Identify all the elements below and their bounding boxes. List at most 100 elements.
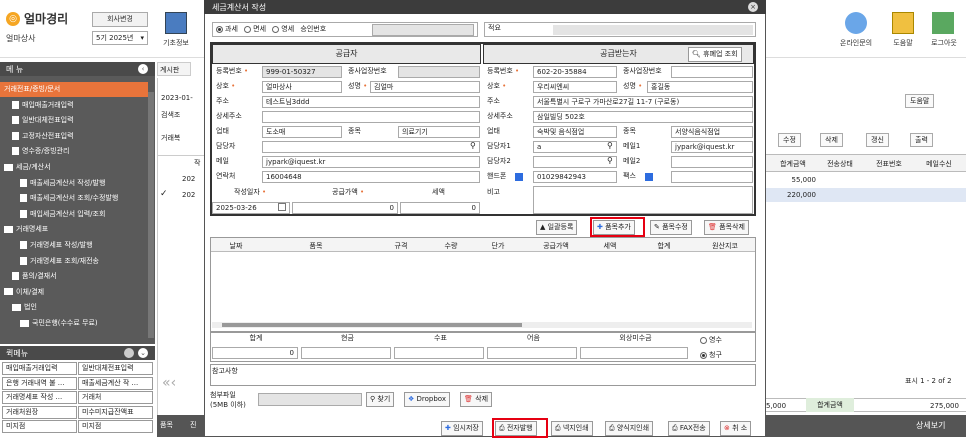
- print-button[interactable]: ⎙ 넥지인쇄: [551, 421, 593, 436]
- supplier-addr-field[interactable]: 테스트님3ddd: [262, 96, 480, 108]
- receiver-item-field[interactable]: 서양식음식점업: [671, 126, 753, 138]
- supplier-email-field[interactable]: jypark@iquest.kr: [262, 156, 480, 168]
- receiver-branch-field[interactable]: [671, 66, 753, 78]
- receiver-note-field[interactable]: [533, 186, 753, 214]
- find-button[interactable]: ⚲ 찾기: [366, 392, 395, 407]
- supplier-manager-field[interactable]: [262, 141, 480, 153]
- supplier-ceo-field[interactable]: 김얼마: [370, 81, 480, 93]
- supplier-name-field[interactable]: 얼마상사: [262, 81, 342, 93]
- purpose-input[interactable]: [553, 25, 753, 35]
- cell-checkbox[interactable]: [515, 173, 523, 181]
- form-print-button[interactable]: ⎙ 양식지인쇄: [605, 421, 654, 436]
- bulk-register-button[interactable]: ▲ 일괄등록: [536, 220, 578, 235]
- radio-receipt[interactable]: [700, 336, 707, 344]
- sidebar-item[interactable]: 이체/결제: [0, 285, 148, 300]
- receiver-ceo-field[interactable]: 홍길동: [647, 81, 753, 93]
- receiver-biz-field[interactable]: 숙박및 음식점업: [533, 126, 617, 138]
- bg-print-button[interactable]: 출력: [910, 133, 933, 147]
- sidebar-item[interactable]: 세금/계산서: [0, 160, 148, 175]
- bill-field[interactable]: [487, 347, 577, 359]
- sidebar-item[interactable]: 매입세금계산서 입력/조회: [0, 207, 148, 222]
- logout-icon[interactable]: [932, 12, 954, 34]
- reference-box[interactable]: [210, 364, 756, 386]
- sidebar-item[interactable]: 일반대체전표입력: [0, 113, 148, 128]
- sidebar-item[interactable]: 거래명세표 작성/발행: [0, 238, 148, 253]
- quick-menu-item[interactable]: 거래처: [78, 391, 153, 404]
- supplier-item-field[interactable]: 의료기기: [398, 126, 480, 138]
- bg-edit-button[interactable]: 수정: [778, 133, 801, 147]
- sidebar-item[interactable]: 거래명세표 조회/재전송: [0, 254, 148, 269]
- pager-prev-icon[interactable]: «‹: [162, 375, 176, 391]
- quick-menu-item[interactable]: 거래명세표 작성 ...: [2, 391, 77, 404]
- radio-claim[interactable]: [700, 351, 707, 359]
- receiver-addr2-field[interactable]: 삼일빌딩 502호: [533, 111, 753, 123]
- fax-send-button[interactable]: ⎙ FAX전송: [668, 421, 710, 436]
- check-field[interactable]: [394, 347, 484, 359]
- quick-menu-item[interactable]: 은행 거래내역 불 ...: [2, 376, 77, 390]
- sidebar-scrollbar[interactable]: [148, 92, 154, 338]
- items-hscroll-thumb[interactable]: [222, 323, 522, 327]
- receiver-mail1-field[interactable]: jypark@iquest.kr: [671, 141, 753, 153]
- sidebar-item[interactable]: 영수증/증빙관리: [0, 144, 148, 159]
- online-inquiry-icon[interactable]: [845, 12, 867, 34]
- radio-zero[interactable]: [272, 25, 280, 33]
- tax-field[interactable]: 0: [400, 202, 480, 214]
- edit-item-button[interactable]: ✎ 품목수정: [650, 220, 692, 235]
- attach-delete-button[interactable]: 🗑︎ 삭제: [460, 392, 493, 407]
- receiver-reg-field[interactable]: 602-20-35884: [533, 66, 617, 78]
- m2-search-icon[interactable]: ⚲: [607, 156, 613, 165]
- receiver-m2-field[interactable]: [533, 156, 617, 168]
- manager-search-icon[interactable]: ⚲: [470, 141, 476, 150]
- foot-tab-items[interactable]: 품목: [160, 420, 173, 430]
- basic-info-icon[interactable]: [165, 12, 187, 34]
- quick-menu-item[interactable]: 매출세금계산 작 ...: [78, 376, 153, 390]
- receiver-fax-field[interactable]: [671, 171, 753, 183]
- receiver-cell-field[interactable]: 01029842943: [533, 171, 617, 183]
- quick-menu-item[interactable]: 매입매출거래입력: [2, 362, 77, 375]
- dropbox-button[interactable]: ❖ Dropbox: [404, 392, 451, 407]
- sidebar-item[interactable]: 고정자산전표입력: [0, 129, 148, 144]
- sidebar-item[interactable]: 매입매출거래입력: [0, 98, 148, 113]
- calendar-icon[interactable]: [278, 203, 286, 211]
- radio-exempt[interactable]: [244, 25, 252, 33]
- period-select[interactable]: 5기 2025년 ▾: [92, 31, 148, 45]
- quick-menu-item[interactable]: 미수미지급잔액표: [78, 405, 153, 419]
- help-label[interactable]: 도움말: [886, 38, 920, 48]
- change-company-button[interactable]: 회사변경: [92, 12, 148, 27]
- quick-menu-item[interactable]: 일반대체전표입력: [78, 362, 153, 375]
- closed-business-button[interactable]: 🔍︎ 휴폐업 조회: [688, 47, 742, 62]
- m1-search-icon[interactable]: ⚲: [607, 141, 613, 150]
- sidebar-collapse-icon[interactable]: ‹: [138, 64, 148, 74]
- supplier-biz-field[interactable]: 도소매: [262, 126, 342, 138]
- bg-refresh-button[interactable]: 갱신: [866, 133, 889, 147]
- help-icon[interactable]: [892, 12, 914, 34]
- cancel-button[interactable]: ⊗ 취 소: [720, 421, 752, 436]
- sidebar-item[interactable]: 품의/결재서: [0, 269, 148, 284]
- bg-add-button[interactable]: 거래복: [161, 133, 180, 143]
- total-field[interactable]: 0: [212, 347, 298, 359]
- supply-field[interactable]: 0: [292, 202, 398, 214]
- sidebar-item[interactable]: 법인: [0, 300, 148, 315]
- sidebar-item[interactable]: 매출세금계산서 조회/수정발행: [0, 191, 148, 206]
- receiver-addr-field[interactable]: 서울특별시 구로구 가마산로27길 11-7 (구로동): [533, 96, 753, 108]
- sidebar-item[interactable]: 국민은행(수수료 무료): [0, 316, 148, 331]
- quick-collapse-icon[interactable]: ⌄: [138, 348, 148, 358]
- receiver-name-field[interactable]: 우리씨엔씨: [533, 81, 617, 93]
- detail-view-button[interactable]: 상세보기: [916, 420, 945, 431]
- delete-item-button[interactable]: 🗑︎ 품목삭제: [704, 220, 749, 235]
- basic-info-label[interactable]: 기초정보: [158, 38, 194, 48]
- receiver-mail2-field[interactable]: [671, 156, 753, 168]
- cash-field[interactable]: [301, 347, 391, 359]
- supplier-addr2-field[interactable]: [262, 111, 480, 123]
- bg-delete-button[interactable]: 삭제: [820, 133, 843, 147]
- close-icon[interactable]: ×: [748, 2, 758, 12]
- bg-help-button[interactable]: 도움말: [905, 94, 935, 108]
- sidebar-item[interactable]: 거래전표/증빙/문서: [0, 82, 148, 97]
- quick-menu-item[interactable]: 거래처원장: [2, 405, 77, 419]
- quick-menu-item[interactable]: 미지점: [78, 420, 153, 433]
- supplier-phone-field[interactable]: 16004648: [262, 171, 480, 183]
- gear-icon[interactable]: [124, 348, 134, 358]
- sidebar-item[interactable]: 매출세금계산서 작성/발행: [0, 176, 148, 191]
- fax-checkbox[interactable]: [645, 173, 653, 181]
- logout-label[interactable]: 로그아웃: [924, 38, 964, 48]
